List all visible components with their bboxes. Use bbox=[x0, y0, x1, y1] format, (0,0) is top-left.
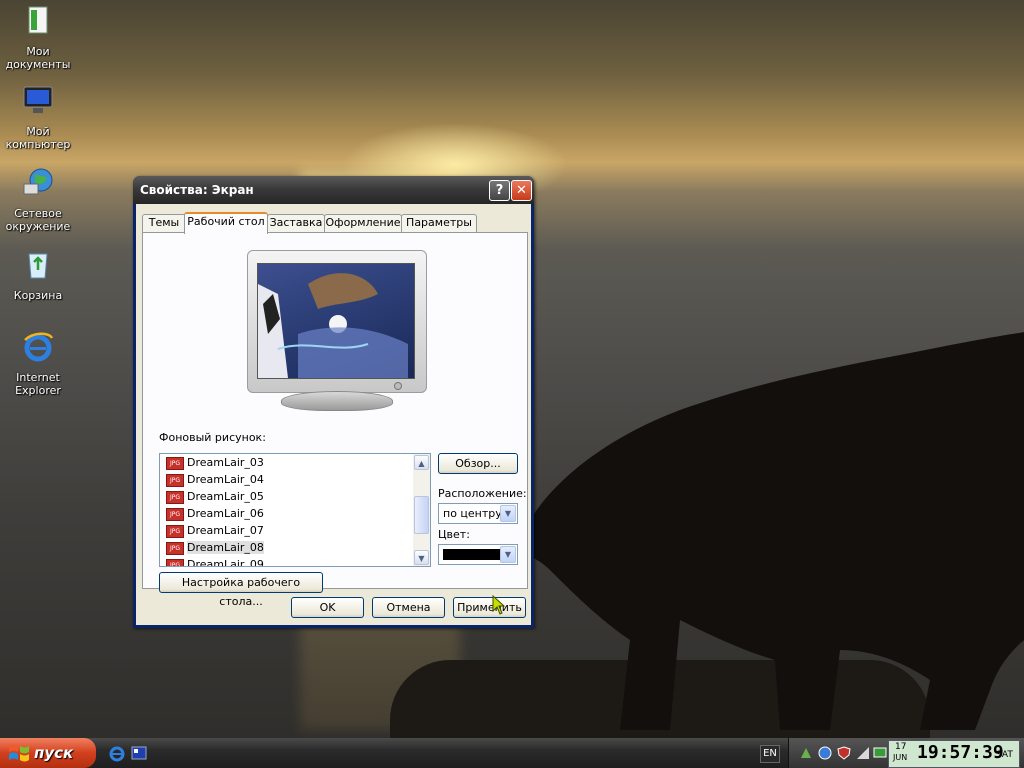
start-button[interactable]: пуск bbox=[0, 738, 96, 768]
tray-network-icon[interactable] bbox=[799, 746, 813, 760]
language-indicator[interactable]: EN bbox=[760, 745, 780, 763]
monitor-power-light bbox=[394, 382, 402, 390]
tray-shield-icon[interactable] bbox=[837, 746, 851, 760]
start-label: пуск bbox=[34, 744, 74, 762]
chevron-down-icon[interactable]: ▼ bbox=[500, 546, 516, 563]
list-item-label: DreamLair_09 bbox=[187, 558, 264, 567]
cancel-button[interactable]: Отмена bbox=[372, 597, 445, 618]
computer-icon bbox=[23, 86, 53, 113]
list-item-label: DreamLair_03 bbox=[187, 456, 264, 469]
taskbar-clock[interactable]: 17 JUN 19:57:39 SAT bbox=[888, 740, 1020, 768]
jpg-file-icon: JPG bbox=[166, 473, 184, 487]
tray-sound-icon[interactable] bbox=[856, 746, 870, 760]
desktop-tab-panel: Фоновый рисунок: JPG DreamLair_03 JPG Drea… bbox=[142, 232, 528, 608]
monitor-stand bbox=[281, 391, 393, 411]
list-item[interactable]: JPG DreamLair_09 bbox=[166, 556, 406, 567]
list-item[interactable]: JPG DreamLair_06 bbox=[166, 505, 406, 522]
scroll-up-icon[interactable]: ▲ bbox=[414, 455, 429, 470]
jpg-file-icon: JPG bbox=[166, 524, 184, 538]
desktop-icon-label: Internet bbox=[16, 371, 60, 384]
jpg-file-icon: JPG bbox=[166, 490, 184, 504]
browse-button[interactable]: Обзор... bbox=[438, 453, 518, 474]
recycle-bin-icon bbox=[28, 253, 48, 279]
desktop-icon-label: Корзина bbox=[13, 289, 63, 302]
list-item-selected[interactable]: JPG DreamLair_08 bbox=[166, 539, 406, 556]
clock-day: 17 bbox=[895, 742, 907, 752]
color-swatch bbox=[443, 549, 503, 560]
network-globe-icon bbox=[23, 168, 53, 195]
jpg-file-icon: JPG bbox=[166, 456, 184, 470]
desktop-icon-my-documents[interactable]: Мои документы bbox=[0, 4, 76, 71]
tab-screensaver[interactable]: Заставка bbox=[267, 214, 325, 232]
tray-clock-app-icon[interactable] bbox=[818, 746, 832, 760]
clock-time: 19:57:39 bbox=[917, 742, 1004, 763]
tab-desktop[interactable]: Рабочий стол bbox=[184, 212, 268, 234]
mouse-cursor-icon bbox=[492, 595, 506, 615]
quicklaunch-ie-icon[interactable] bbox=[108, 744, 126, 762]
dialog-title: Свойства: Экран bbox=[140, 183, 254, 197]
desktop-icon-label: Explorer bbox=[15, 384, 61, 397]
customize-desktop-button[interactable]: Настройка рабочего стола... bbox=[159, 572, 323, 608]
quicklaunch-desktop-icon[interactable] bbox=[131, 745, 147, 761]
desktop-icon-label: Мой bbox=[26, 125, 50, 138]
scroll-thumb[interactable] bbox=[414, 496, 429, 534]
desktop-icon-label: окружение bbox=[5, 220, 71, 233]
help-button[interactable]: ? bbox=[489, 180, 510, 201]
close-button[interactable]: ✕ bbox=[511, 180, 532, 201]
tray-display-icon[interactable] bbox=[873, 746, 887, 760]
list-item-label: DreamLair_07 bbox=[187, 524, 264, 537]
dialog-client: Темы Рабочий стол Заставка Оформление Па… bbox=[136, 204, 531, 625]
scroll-down-icon[interactable]: ▼ bbox=[414, 550, 429, 565]
jpg-file-icon: JPG bbox=[166, 558, 184, 566]
chevron-down-icon[interactable]: ▼ bbox=[500, 505, 516, 522]
color-picker-button[interactable]: ▼ bbox=[438, 544, 518, 565]
desktop-icon-my-computer[interactable]: Мой компьютер bbox=[0, 84, 76, 151]
apply-button[interactable]: Применить bbox=[453, 597, 526, 618]
position-select-value: по центру bbox=[443, 507, 502, 520]
desktop-icon-label: Мои bbox=[26, 45, 50, 58]
list-item[interactable]: JPG DreamLair_04 bbox=[166, 471, 406, 488]
desktop-icon-label: Сетевое bbox=[14, 207, 62, 220]
display-properties-dialog: Свойства: Экран ? ✕ Темы Рабочий стол За… bbox=[133, 176, 534, 628]
list-item-label: DreamLair_04 bbox=[187, 473, 264, 486]
jpg-file-icon: JPG bbox=[166, 541, 184, 555]
list-item[interactable]: JPG DreamLair_05 bbox=[166, 488, 406, 505]
list-item[interactable]: JPG DreamLair_07 bbox=[166, 522, 406, 539]
clock-month: JUN bbox=[893, 753, 908, 762]
folder-documents-icon bbox=[28, 6, 48, 34]
desktop-icon-network[interactable]: Сетевое окружение bbox=[0, 166, 76, 233]
tab-themes[interactable]: Темы bbox=[142, 214, 186, 232]
tab-settings[interactable]: Параметры bbox=[401, 214, 477, 232]
tab-appearance[interactable]: Оформление bbox=[324, 214, 402, 232]
color-label: Цвет: bbox=[438, 528, 470, 541]
wallpaper-preview bbox=[257, 263, 415, 379]
list-item-label: DreamLair_05 bbox=[187, 490, 264, 503]
windows-flag-icon bbox=[9, 744, 29, 762]
taskbar: пуск EN bbox=[0, 738, 1024, 768]
clock-weekday: SAT bbox=[996, 750, 1013, 760]
desktop-icon-label: компьютер bbox=[5, 138, 71, 151]
list-item-label: DreamLair_06 bbox=[187, 507, 264, 520]
list-scrollbar[interactable]: ▲ ▼ bbox=[413, 454, 430, 566]
wallpaper-preview-art bbox=[258, 273, 408, 378]
list-item-label: DreamLair_08 bbox=[187, 541, 264, 554]
position-label: Расположение: bbox=[438, 487, 527, 500]
internet-explorer-icon bbox=[24, 332, 54, 362]
background-label: Фоновый рисунок: bbox=[159, 431, 266, 444]
desktop-icon-recycle-bin[interactable]: Корзина bbox=[0, 248, 76, 302]
position-select[interactable]: по центру ▼ bbox=[438, 503, 518, 524]
monitor-preview bbox=[247, 250, 427, 393]
wallpaper-list[interactable]: JPG DreamLair_03 JPG DreamLair_04 JPG Dream… bbox=[159, 453, 431, 567]
desktop-icon-ie[interactable]: Internet Explorer bbox=[0, 330, 76, 397]
jpg-file-icon: JPG bbox=[166, 507, 184, 521]
desktop-icon-label: документы bbox=[5, 58, 71, 71]
dialog-titlebar[interactable]: Свойства: Экран ? ✕ bbox=[133, 176, 534, 204]
list-item[interactable]: JPG DreamLair_03 bbox=[166, 454, 406, 471]
ok-button[interactable]: OK bbox=[291, 597, 364, 618]
wolf-silhouette bbox=[520, 332, 1024, 730]
